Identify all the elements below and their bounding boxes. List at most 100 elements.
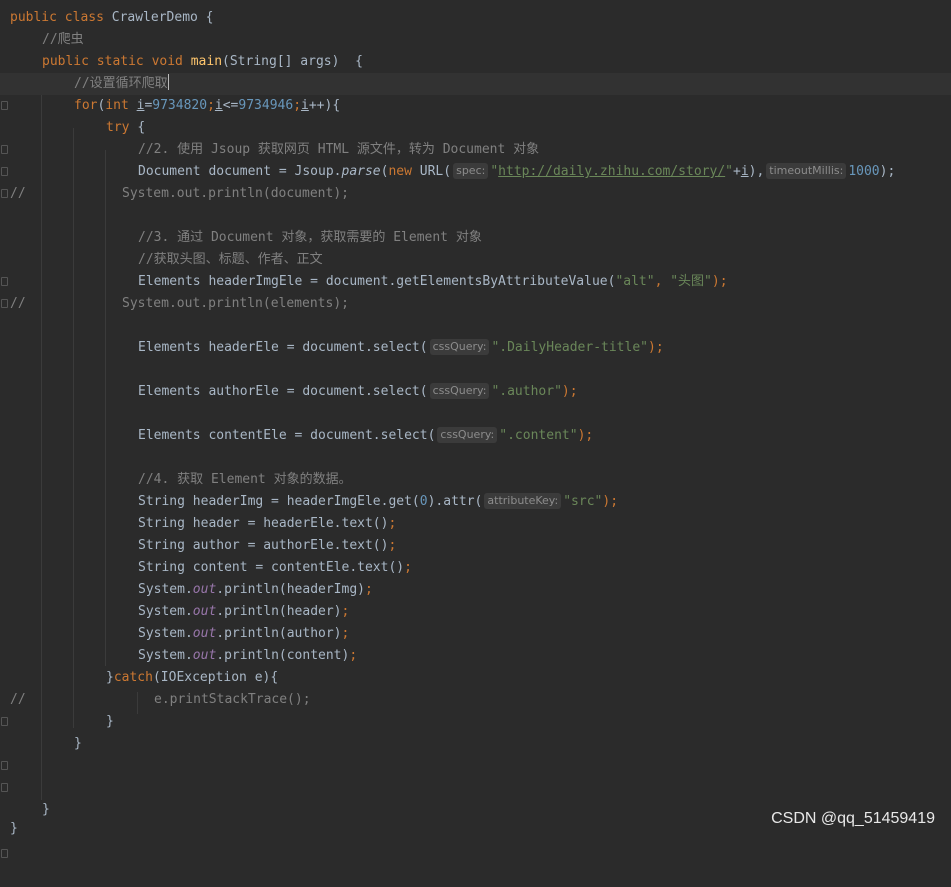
keyword: catch	[113, 670, 153, 685]
number: 0	[419, 494, 428, 509]
parameter-hint: cssQuery:	[429, 339, 490, 355]
code-text: Elements contentEle = document.select(	[138, 428, 436, 443]
code-text: }	[106, 714, 114, 729]
code-line-current[interactable]: //设置循环爬取	[0, 73, 951, 95]
number: 1000	[848, 164, 880, 179]
code-line[interactable]: String headerImg = headerImgEle.get(0).a…	[0, 491, 951, 513]
code-text: ).attr(	[427, 494, 483, 509]
code-text: ;	[388, 538, 397, 553]
code-line[interactable]: for(int i=9734820;i<=9734946;i++){	[0, 95, 951, 154]
code-line[interactable]: }catch(IOException e){	[0, 667, 951, 726]
code-text: System.	[138, 648, 193, 663]
code-line[interactable]: Document document = Jsoup.parse(new URL(…	[0, 161, 951, 183]
string: "src"	[563, 494, 603, 509]
code-line[interactable]: String content = contentEle.text();	[0, 557, 951, 579]
keyword: public static void	[42, 54, 191, 69]
code-line[interactable]: //4. 获取 Element 对象的数据。	[0, 469, 951, 491]
keyword: int	[105, 98, 137, 113]
code-text: );	[577, 428, 594, 443]
code-text: }	[106, 670, 114, 685]
parameter-hint: cssQuery:	[437, 427, 498, 443]
code-line[interactable]: public static void main(String[] args) {	[0, 51, 951, 110]
code-line[interactable]: //获取头图、标题、作者、正文	[0, 249, 951, 308]
code-line[interactable]: // System.out.println(document);	[0, 183, 951, 205]
parameter-hint: timeoutMillis:	[766, 163, 847, 179]
code-text: Elements headerEle = document.select(	[138, 340, 428, 355]
code-text: ;	[388, 516, 397, 531]
code-text: Elements headerImgEle = document.getElem…	[138, 274, 616, 289]
url-link[interactable]: http://daily.zhihu.com/story/	[498, 164, 725, 179]
code-line[interactable]: // System.out.println(elements);	[0, 293, 951, 315]
code-text: );	[648, 340, 664, 355]
comment-prefix: //	[10, 186, 26, 201]
string: "头图"	[670, 274, 712, 289]
code-text: .println(header)	[216, 604, 342, 619]
code-text: ;	[365, 582, 373, 597]
variable: i	[301, 98, 309, 113]
static-field: out	[192, 626, 217, 641]
code-text: String headerImg = headerImgEle.get(	[138, 494, 420, 509]
code-line[interactable]: String header = headerEle.text();	[0, 513, 951, 535]
code-text: .println(content)	[216, 648, 350, 663]
code-text: ;	[293, 98, 302, 113]
code-text: <=	[222, 98, 239, 113]
code-text: ;	[404, 560, 412, 575]
code-text: ++){	[308, 98, 341, 113]
code-line[interactable]: try {	[0, 117, 951, 176]
fold-icon[interactable]	[0, 777, 10, 799]
code-line[interactable]: System.out.println(header);	[0, 601, 951, 623]
commented-code: e.printStackTrace();	[154, 692, 311, 707]
code-text: ;	[207, 98, 215, 113]
code-line[interactable]: System.out.println(headerImg);	[0, 579, 951, 601]
code-line[interactable]: Elements headerImgEle = document.getElem…	[0, 271, 951, 293]
code-line[interactable]: System.out.println(content);	[0, 645, 951, 667]
code-text: ;	[341, 626, 350, 641]
code-line[interactable]: // e.printStackTrace();	[0, 689, 951, 711]
method-name: main	[190, 54, 223, 69]
string: ".author"	[491, 384, 562, 399]
comment: //3. 通过 Document 对象，获取需要的 Element 对象	[138, 230, 482, 245]
code-text: .println(author)	[216, 626, 342, 641]
code-text: Elements authorEle = document.select(	[138, 384, 428, 399]
static-field: out	[192, 582, 217, 597]
text-caret	[167, 74, 169, 90]
code-line[interactable]: Elements headerEle = document.select(css…	[0, 337, 951, 359]
code-line[interactable]: System.out.println(author);	[0, 623, 951, 645]
code-line[interactable]: String author = authorEle.text();	[0, 535, 951, 557]
commented-code: System.out.println(document);	[122, 186, 349, 201]
keyword: try	[106, 120, 138, 135]
code-line[interactable]: }	[0, 733, 951, 792]
comment: //2. 使用 Jsoup 获取网页 HTML 源文件，转为 Document …	[138, 142, 540, 157]
code-line[interactable]: //3. 通过 Document 对象，获取需要的 Element 对象	[0, 227, 951, 286]
code-line[interactable]: public class CrawlerDemo {	[0, 7, 951, 29]
keyword: new	[388, 164, 420, 179]
code-text: ,	[654, 274, 671, 289]
comment: //设置循环爬取	[74, 76, 168, 91]
variable: i	[214, 98, 223, 113]
code-editor[interactable]: public class CrawlerDemo { //爬虫 public s…	[0, 0, 951, 858]
code-line[interactable]: Elements contentEle = document.select(cs…	[0, 425, 951, 447]
code-text: ;	[349, 648, 358, 663]
code-text: );	[602, 494, 619, 509]
code-text: String author = authorEle.text()	[138, 538, 389, 553]
code-line[interactable]: }	[0, 711, 951, 770]
keyword: public class	[10, 10, 112, 25]
code-text: +	[732, 164, 741, 179]
string: "	[490, 164, 499, 179]
code-text: Document document = Jsoup.	[138, 164, 342, 179]
parameter-hint: cssQuery:	[429, 383, 490, 399]
code-line[interactable]: //2. 使用 Jsoup 获取网页 HTML 源文件，转为 Document …	[0, 139, 951, 198]
code-text: System.	[138, 604, 193, 619]
code-text: System.	[138, 582, 193, 597]
code-text: String header = headerEle.text()	[138, 516, 389, 531]
code-line[interactable]: Elements authorEle = document.select(css…	[0, 381, 951, 403]
code-text: );	[879, 164, 896, 179]
watermark: CSDN @qq_51459419	[771, 810, 935, 827]
code-text: }	[74, 736, 82, 751]
number: 9734946	[238, 98, 294, 113]
class-name: CrawlerDemo {	[111, 10, 214, 25]
string: ".content"	[499, 428, 578, 443]
code-line[interactable]: //爬虫	[0, 29, 951, 51]
code-text: (IOException e){	[152, 670, 279, 685]
parameter-hint: attributeKey:	[484, 493, 562, 509]
